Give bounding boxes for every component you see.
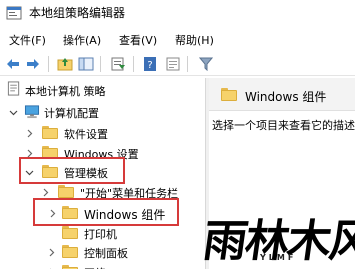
tree-item-label: 控制面板 <box>84 247 128 260</box>
forward-button[interactable] <box>23 54 43 74</box>
menu-file[interactable]: 文件(F) <box>9 32 46 48</box>
tree-item-label: 计算机配置 <box>44 107 99 120</box>
up-folder-button[interactable] <box>55 54 75 74</box>
watermark-logo: 雨林木风 YLMF <box>200 205 355 267</box>
policy-editor-icon <box>6 6 22 20</box>
help-icon: ? <box>144 57 156 71</box>
details-title: Windows 组件 <box>245 90 327 104</box>
export-list-icon <box>111 57 125 71</box>
details-header: Windows 组件 <box>209 78 355 111</box>
folder-icon <box>62 226 78 239</box>
show-hide-tree-button[interactable] <box>76 54 96 74</box>
tree-item-printers[interactable]: 打印机 <box>0 223 205 243</box>
tree-item-label: 打印机 <box>84 228 117 241</box>
tree-item-computer-config[interactable]: 计算机配置 <box>0 102 205 122</box>
chevron-right-icon[interactable] <box>24 128 34 138</box>
toolbar-separator <box>187 56 188 72</box>
policy-document-icon <box>7 81 20 96</box>
back-button[interactable] <box>3 54 23 74</box>
folder-icon <box>42 126 58 139</box>
tree-item-control-panel[interactable]: 控制面板 <box>0 242 205 262</box>
forward-arrow-icon <box>27 59 39 69</box>
tree-item-software-settings[interactable]: 软件设置 <box>0 123 205 143</box>
title-bar: 本地组策略编辑器 <box>0 0 355 26</box>
watermark-subtext: YLMF <box>260 253 297 262</box>
window-title: 本地组策略编辑器 <box>29 6 126 20</box>
computer-icon <box>24 105 40 119</box>
menu-help[interactable]: 帮助(H) <box>175 32 214 48</box>
tree-item-root[interactable]: 本地计算机 策略 <box>0 80 205 100</box>
toolbar: ? <box>0 52 355 76</box>
chevron-right-icon[interactable] <box>46 247 56 257</box>
tree-item-label: 本地计算机 策略 <box>25 85 106 98</box>
chevron-right-icon[interactable] <box>40 187 50 197</box>
toolbar-separator <box>100 56 101 72</box>
folder-icon <box>62 265 78 269</box>
filter-button[interactable] <box>196 54 216 74</box>
folder-icon <box>221 88 237 101</box>
folder-icon <box>62 245 78 258</box>
highlight-box-windows-components <box>33 198 179 226</box>
filter-icon <box>199 57 213 71</box>
folder-icon <box>58 185 74 198</box>
toolbar-separator <box>133 56 134 72</box>
highlight-box-admin-templates <box>19 157 125 184</box>
chevron-down-icon[interactable] <box>8 107 18 117</box>
properties-icon <box>166 57 180 71</box>
show-hide-tree-icon <box>78 57 94 71</box>
back-arrow-icon <box>7 59 19 69</box>
toolbar-separator <box>48 56 49 72</box>
menu-action[interactable]: 操作(A) <box>63 32 101 48</box>
help-button[interactable]: ? <box>140 54 160 74</box>
tree-item-label: 软件设置 <box>64 128 108 141</box>
svg-text:?: ? <box>147 60 152 71</box>
tree-item-network[interactable]: 网络 <box>0 262 205 269</box>
properties-button[interactable] <box>163 54 183 74</box>
details-description: 选择一个项目来查看它的描述。 <box>212 119 355 132</box>
menu-bar: 文件(F) 操作(A) 查看(V) 帮助(H) <box>0 30 355 50</box>
up-folder-icon <box>57 58 73 71</box>
tree-item-label: 网络 <box>84 265 106 269</box>
menu-view[interactable]: 查看(V) <box>119 32 157 48</box>
export-list-button[interactable] <box>108 54 128 74</box>
